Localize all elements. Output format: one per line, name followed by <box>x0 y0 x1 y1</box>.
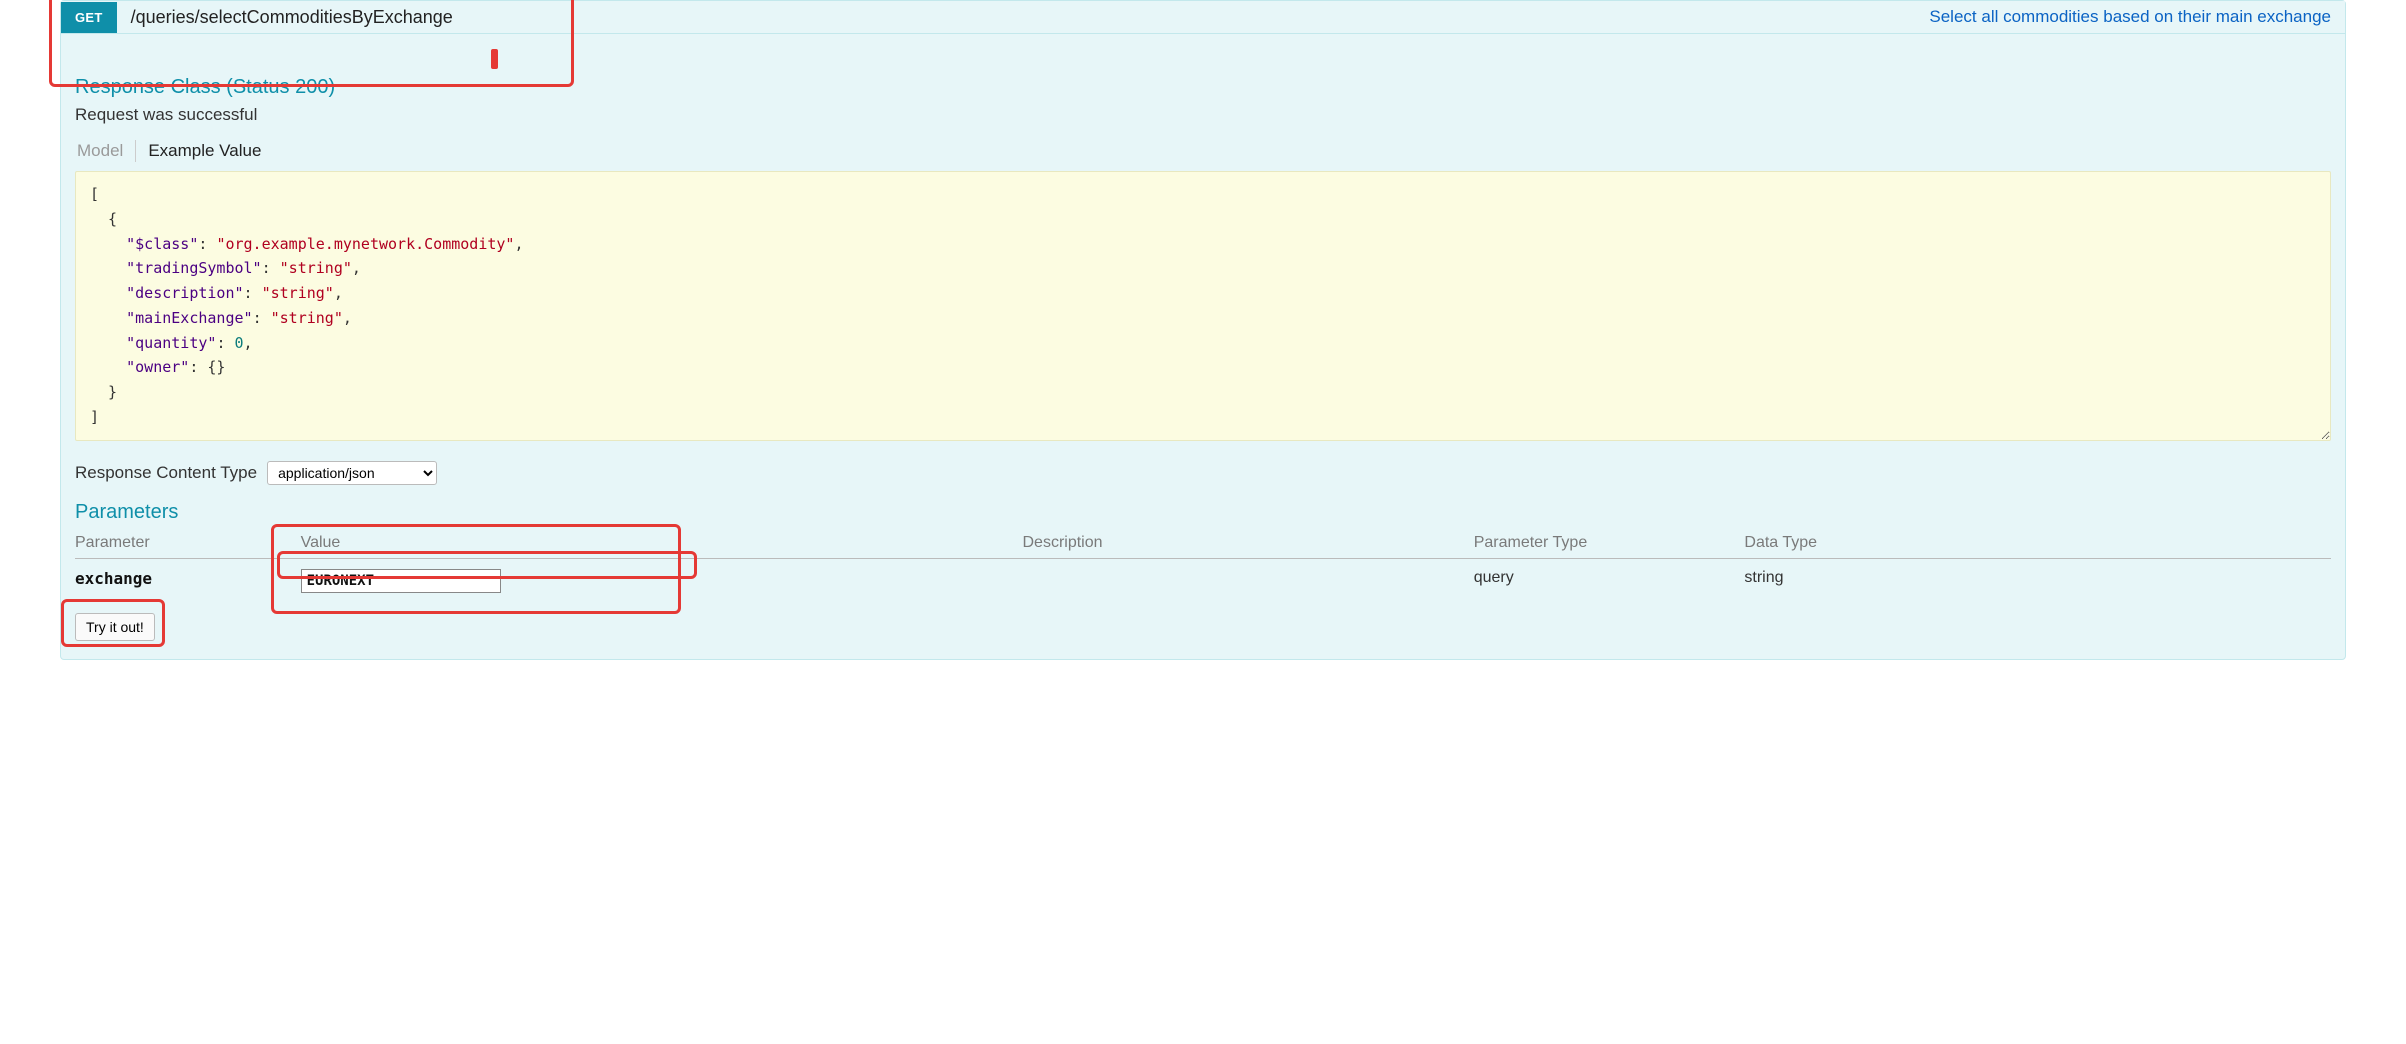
parameters-title: Parameters <box>75 501 2331 524</box>
param-type: query <box>1474 558 1745 603</box>
col-header-parameter: Parameter <box>75 528 301 559</box>
param-value-input[interactable] <box>301 569 501 593</box>
operation-summary[interactable]: Select all commodities based on their ma… <box>1915 1 2345 33</box>
try-it-out-button[interactable]: Try it out! <box>75 613 155 641</box>
example-value-box[interactable]: [ { "$class": "org.example.mynetwork.Com… <box>75 171 2331 441</box>
param-description <box>1023 558 1474 603</box>
request-status-text: Request was successful <box>75 105 2331 125</box>
content-type-row: Response Content Type application/json <box>75 461 2331 485</box>
tab-divider <box>135 140 136 162</box>
col-header-data-type: Data Type <box>1744 528 2331 559</box>
operation-body: Response Class (Status 200) Request was … <box>61 34 2345 659</box>
param-name: exchange <box>75 569 152 588</box>
response-tabs: Model Example Value <box>75 137 2331 165</box>
http-method-badge: GET <box>61 2 117 33</box>
response-class-title: Response Class (Status 200) <box>75 76 2331 99</box>
api-operation: GET /queries/selectCommoditiesByExchange… <box>60 0 2346 660</box>
param-data-type: string <box>1744 558 2331 603</box>
parameters-table: Parameter Value Description Parameter Ty… <box>75 528 2331 603</box>
tab-example-value[interactable]: Example Value <box>146 137 263 165</box>
col-header-description: Description <box>1023 528 1474 559</box>
table-row: exchange query string <box>75 558 2331 603</box>
content-type-select[interactable]: application/json <box>267 461 437 485</box>
col-header-value: Value <box>301 528 1023 559</box>
col-header-param-type: Parameter Type <box>1474 528 1745 559</box>
endpoint-path: /queries/selectCommoditiesByExchange <box>117 2 467 33</box>
operation-header[interactable]: GET /queries/selectCommoditiesByExchange… <box>61 1 2345 34</box>
tab-model[interactable]: Model <box>75 137 125 165</box>
content-type-label: Response Content Type <box>75 463 257 483</box>
